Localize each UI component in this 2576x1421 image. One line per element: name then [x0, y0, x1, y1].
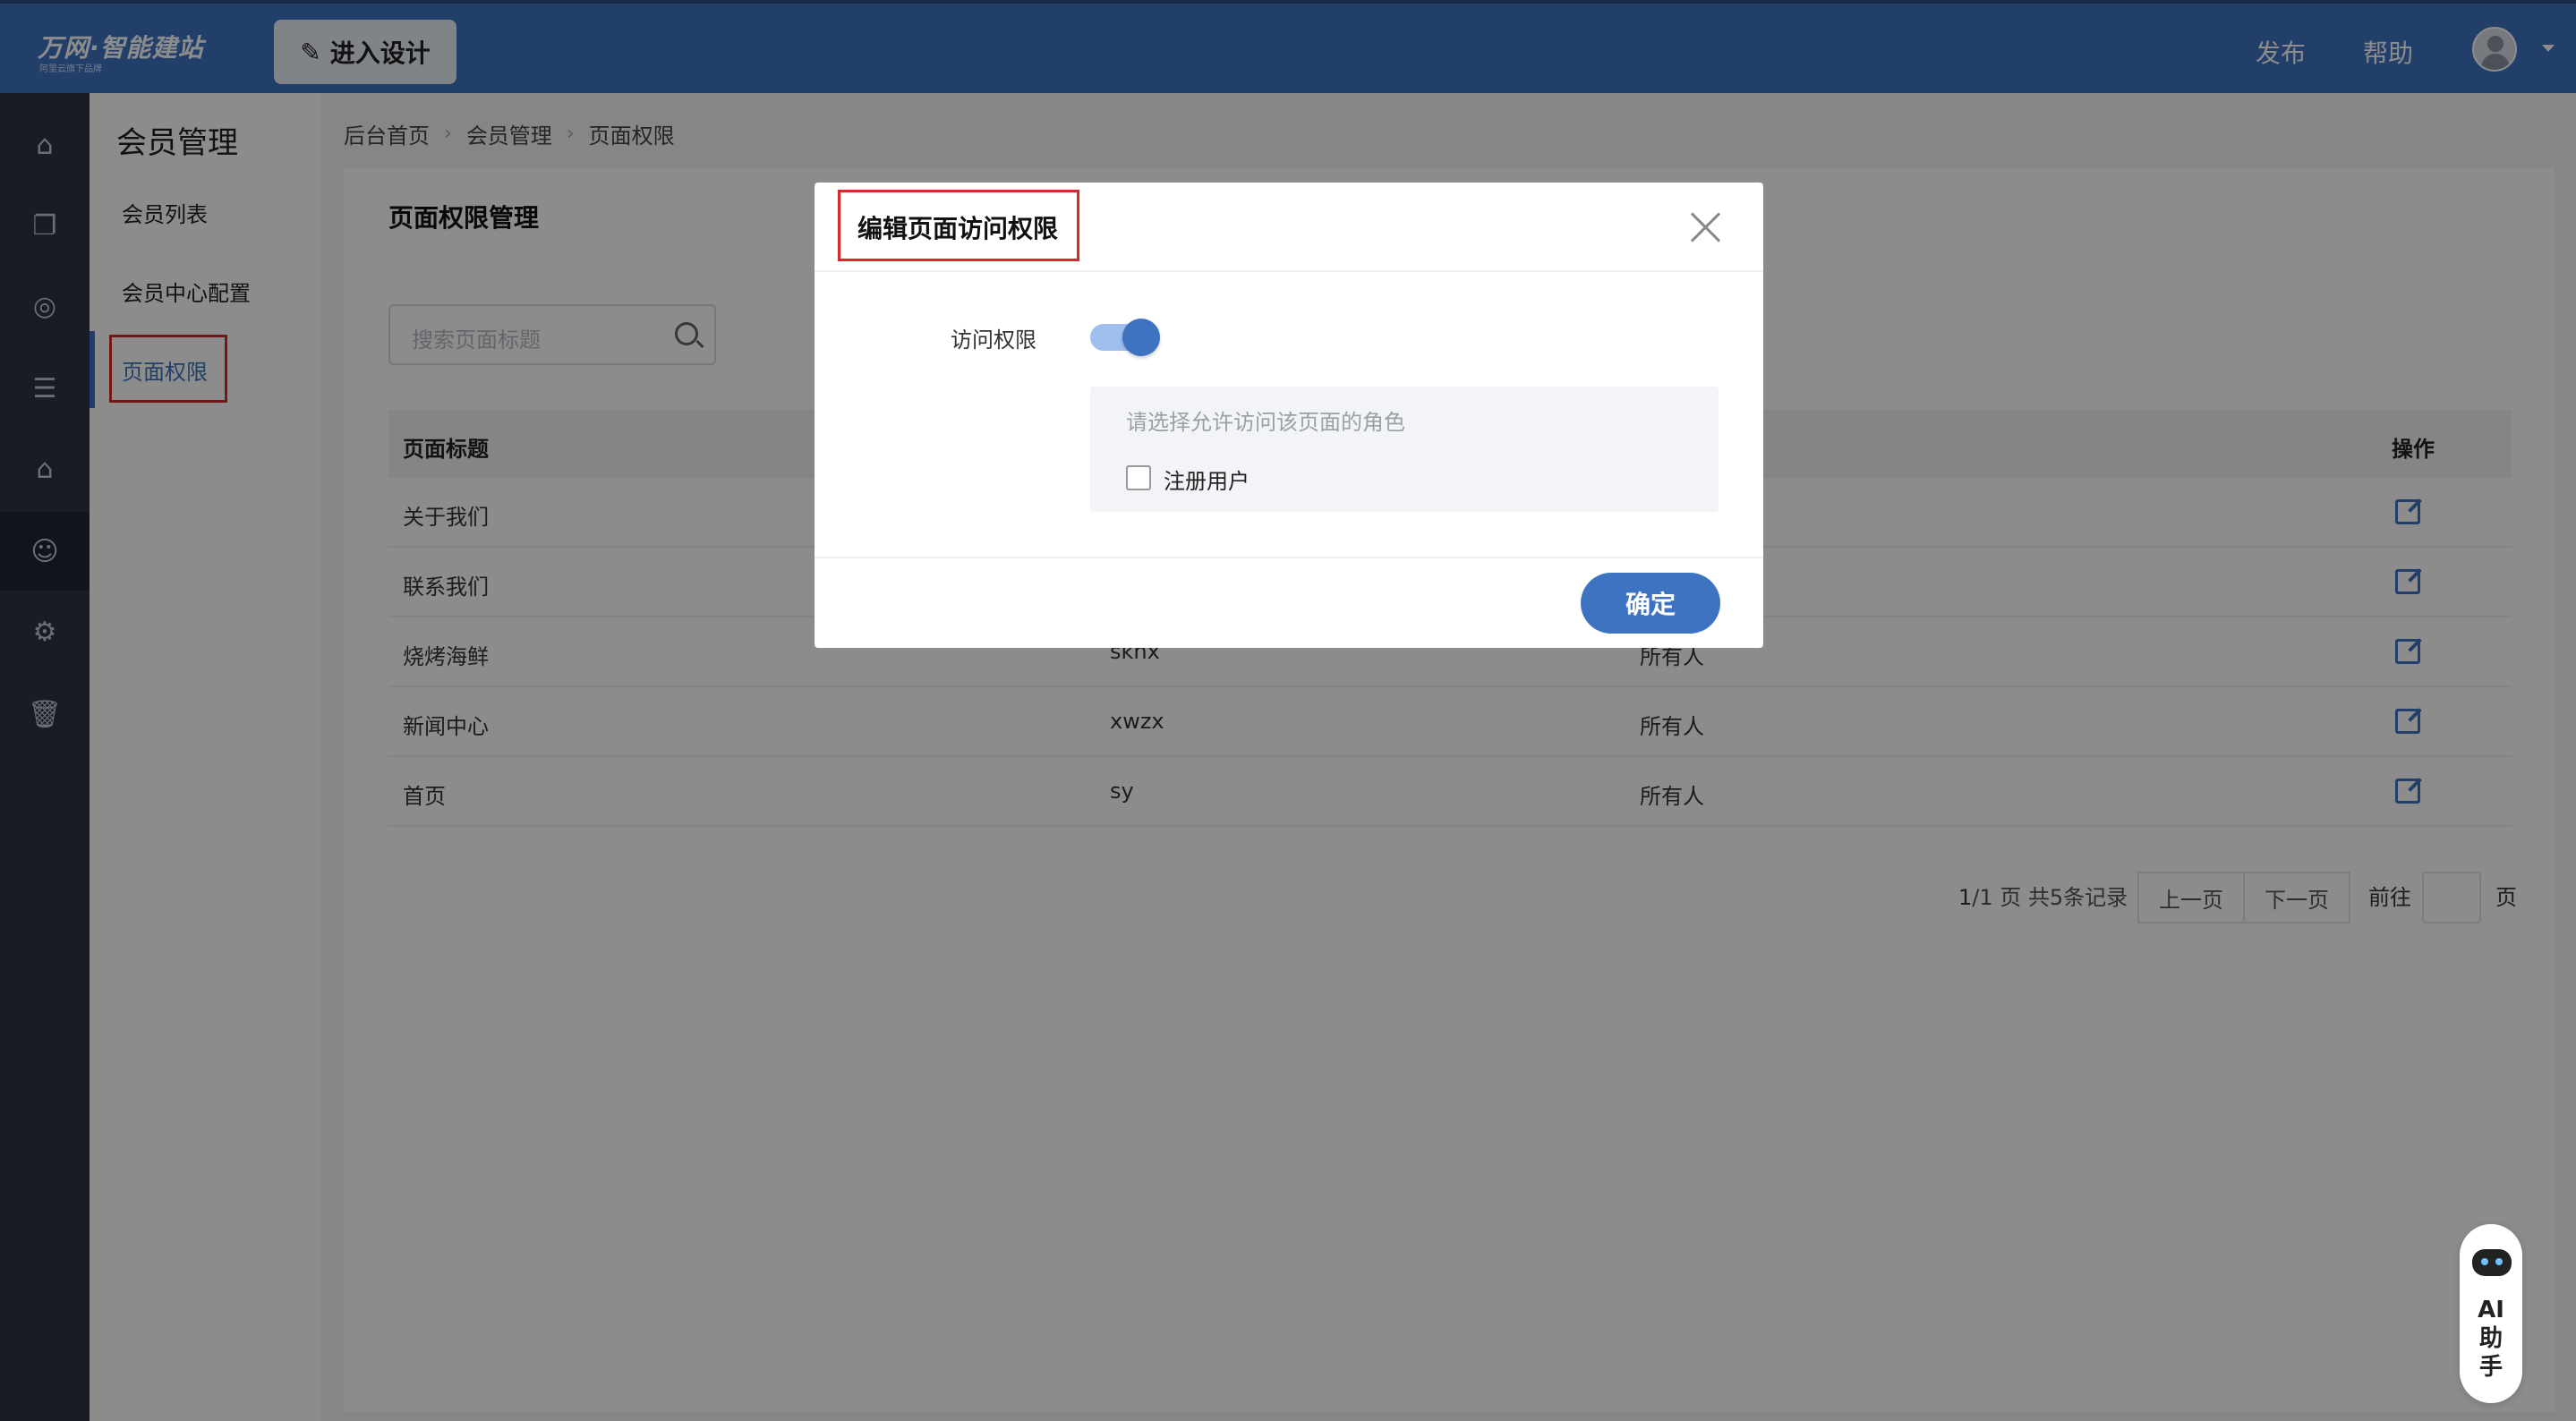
- dialog-header: 编辑页面访问权限: [815, 183, 1763, 272]
- dialog-footer-divider: [815, 557, 1763, 558]
- edit-permission-dialog: 编辑页面访问权限 访问权限 请选择允许访问该页面的角色 注册用户 确定: [815, 183, 1763, 648]
- ai-assistant-label: AI助手: [2460, 1296, 2522, 1382]
- confirm-button[interactable]: 确定: [1581, 573, 1720, 634]
- toggle-knob: [1122, 319, 1160, 356]
- role-hint: 请选择允许访问该页面的角色: [1126, 410, 1405, 435]
- robot-icon: [2472, 1249, 2512, 1276]
- role-selection-box: 请选择允许访问该页面的角色 注册用户: [1090, 387, 1719, 512]
- highlight-box: [838, 190, 1079, 261]
- registered-user-label[interactable]: 注册用户: [1164, 464, 1250, 495]
- ai-assistant-text: AI助手: [2478, 1297, 2504, 1381]
- close-icon[interactable]: [1688, 209, 1724, 245]
- registered-user-checkbox[interactable]: [1126, 465, 1151, 490]
- ai-assistant-button[interactable]: AI助手: [2460, 1224, 2522, 1403]
- access-permission-label: 访问权限: [951, 328, 1036, 353]
- access-permission-toggle[interactable]: [1090, 319, 1160, 356]
